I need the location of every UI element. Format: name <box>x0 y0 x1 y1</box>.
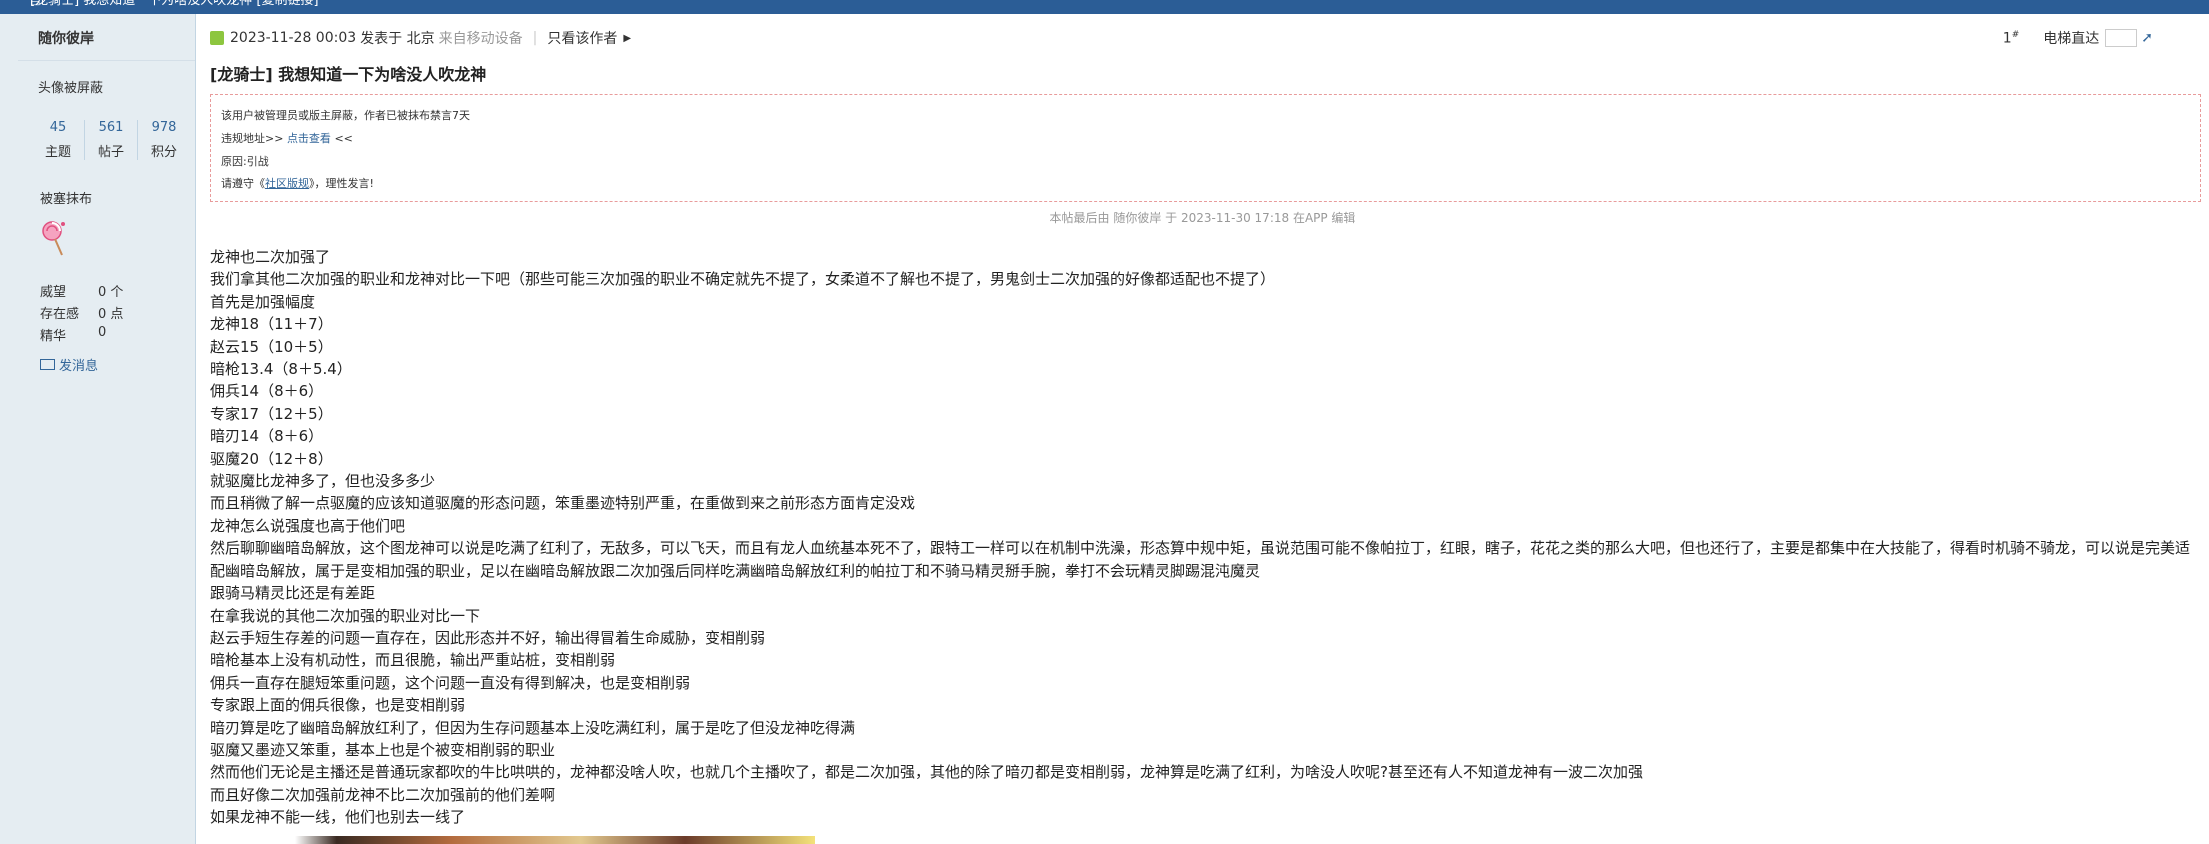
notice-line2: 违规地址>> 点击查看 << <box>221 132 353 145</box>
send-message-link[interactable]: 发消息 <box>40 355 195 374</box>
content-line: 佣兵14（8＋6） <box>210 382 324 401</box>
post-meta: 2023-11-28 00:03 发表于 北京 来自移动设备 | 只看该作者 ▶ <box>210 28 631 48</box>
community-rules-link[interactable]: 社区版规 <box>265 177 309 190</box>
profile-row-presence: 存在感 0 点 <box>40 303 195 325</box>
content-line: 暗刃14（8＋6） <box>210 427 324 446</box>
profile-row-prestige: 威望 0 个 <box>40 281 195 303</box>
lollipop-medal-icon <box>40 219 70 259</box>
left-edge-strip <box>0 14 18 844</box>
profile-key: 精华 <box>40 329 67 344</box>
author-sidebar: 随你彼岸 头像被屏蔽 45 主题 561 帖子 978 积分 被塞抹布 威望 0… <box>18 14 196 844</box>
content-line: 暗枪基本上没有机动性，而且很脆，输出严重站桩，变相削弱 <box>210 651 616 670</box>
notice-line4: 请遵守《社区版规》，理性发言! <box>221 177 374 190</box>
stat-points[interactable]: 978 积分 <box>137 120 190 160</box>
content-line: 跟骑马精灵比还是有差距 <box>210 584 376 603</box>
content-line: 驱魔又墨迹又笨重，基本上也是个被变相削弱的职业 <box>210 740 556 759</box>
content-line: 然而他们无论是主播还是普通玩家都吹的牛比哄哄的，龙神都没啥人吹，也就几个主播吹了… <box>210 763 1643 782</box>
post-image[interactable] <box>295 836 815 844</box>
jump-input[interactable] <box>2105 29 2138 47</box>
stat-topics-label: 主题 <box>44 145 71 160</box>
content-line: 我们拿其他二次加强的职业和龙神对比一下吧（那些可能三次加强的职业不确定就先不提了… <box>210 270 1276 289</box>
stat-posts-label: 帖子 <box>97 145 124 160</box>
avatar-blocked-text: 头像被屏蔽 <box>38 81 104 96</box>
only-author-link[interactable]: 只看该作者 <box>547 28 617 48</box>
post-main: 2023-11-28 00:03 发表于 北京 来自移动设备 | 只看该作者 ▶… <box>196 14 2209 844</box>
content-line: 专家跟上面的佣兵很像，也是变相削弱 <box>210 696 466 715</box>
posted-in: 发表于 北京 <box>360 31 435 47</box>
thread-title: [龙骑士] 我想知道一下为啥没人吹龙神 <box>210 65 487 84</box>
author-profile: 威望 0 个 存在感 0 点 精华 0 <box>40 281 195 347</box>
stat-points-label: 积分 <box>150 145 177 160</box>
content-line: 专家17（12＋5） <box>210 404 333 423</box>
notice-line3: 原因:引战 <box>221 155 269 168</box>
floor-controls: 1# 电梯直达 ➚ <box>2003 28 2153 48</box>
floor-number: 1# <box>2002 29 2020 47</box>
play-triangle-icon: ▶ <box>623 32 632 44</box>
content-line: 赵云手短生存差的问题一直存在，因此形态并不好，输出得冒着生命威胁，变相削弱 <box>210 628 766 647</box>
jump-go-icon[interactable]: ➚ <box>2141 30 2153 46</box>
content-line: 而且好像二次加强前龙神不比二次加强前的他们差啊 <box>210 785 556 804</box>
content-line: 在拿我说的其他二次加强的职业对比一下 <box>210 606 481 625</box>
content-line: 龙神18（11＋7） <box>210 315 333 334</box>
author-stats: 45 主题 561 帖子 978 积分 <box>32 120 195 160</box>
notice-line1: 该用户被管理员或版主屏蔽，作者已被抹布禁言7天 <box>221 109 470 122</box>
usergroup: 被塞抹布 <box>40 192 93 207</box>
content-line: 而且稍微了解一点驱魔的应该知道驱魔的形态问题，笨重墨迹特别严重，在重做到来之前形… <box>210 494 916 513</box>
content-line: 龙神也二次加强了 <box>210 248 331 266</box>
profile-key: 存在感 <box>40 307 80 322</box>
window-titlebar: [龙骑士] 我想知道一下为啥没人吹龙神 [复制链接] ▭ <box>0 0 2209 14</box>
content-line: 赵云15（10＋5） <box>210 337 333 356</box>
envelope-icon <box>40 359 55 370</box>
profile-key: 威望 <box>40 285 67 300</box>
post-author-icon <box>210 31 224 45</box>
stat-topics[interactable]: 45 主题 <box>32 120 84 160</box>
content-line: 首先是加强幅度 <box>210 292 316 311</box>
content-line: 然后聊聊幽暗岛解放，这个图龙神可以说是吃满了红利了，无敌多，可以飞天，而且有龙人… <box>210 539 2191 580</box>
stat-posts[interactable]: 561 帖子 <box>84 120 137 160</box>
content-line: 暗枪13.4（8＋5.4） <box>210 360 352 379</box>
last-edit-note: 本帖最后由 随你彼岸 于 2023-11-30 17:18 在APP 编辑 <box>1049 211 1356 225</box>
window-menu-icon[interactable]: ▭ <box>30 0 2201 10</box>
post-date: 2023-11-28 00:03 <box>230 30 357 46</box>
profile-value: 0 个 <box>98 285 124 300</box>
content-line: 就驱魔比龙神多了，但也没多多少 <box>210 472 436 491</box>
notice-view-link[interactable]: 点击查看 <box>287 132 331 145</box>
jump-label: 电梯直达 <box>2043 31 2100 47</box>
stat-points-value[interactable]: 978 <box>138 120 190 135</box>
post-content: 龙神也二次加强了我们拿其他二次加强的职业和龙神对比一下吧（那些可能三次加强的职业… <box>210 246 2200 829</box>
stat-topics-value[interactable]: 45 <box>32 120 84 135</box>
ban-notice: 该用户被管理员或版主屏蔽，作者已被抹布禁言7天 违规地址>> 点击查看 << 原… <box>210 94 2201 202</box>
content-line: 龙神怎么说强度也高于他们吧 <box>210 516 406 535</box>
content-line: 佣兵一直存在腿短笨重问题，这个问题一直没有得到解决，也是变相削弱 <box>210 673 691 692</box>
stat-posts-value[interactable]: 561 <box>85 120 137 135</box>
profile-row-digest: 精华 0 <box>40 325 195 347</box>
profile-value: 0 <box>98 325 107 340</box>
content-line: 驱魔20（12＋8） <box>210 449 333 468</box>
content-line: 暗刃算是吃了幽暗岛解放红利了，但因为生存问题基本上没吃满红利，属于是吃了但没龙神… <box>210 718 856 737</box>
meta-separator: | <box>532 30 538 46</box>
profile-value: 0 点 <box>98 307 124 322</box>
author-name[interactable]: 随你彼岸 <box>18 14 195 61</box>
content-line: 如果龙神不能一线，他们也别去一线了 <box>210 808 466 827</box>
post-device: 来自移动设备 <box>438 31 523 47</box>
send-message-label[interactable]: 发消息 <box>59 355 98 374</box>
